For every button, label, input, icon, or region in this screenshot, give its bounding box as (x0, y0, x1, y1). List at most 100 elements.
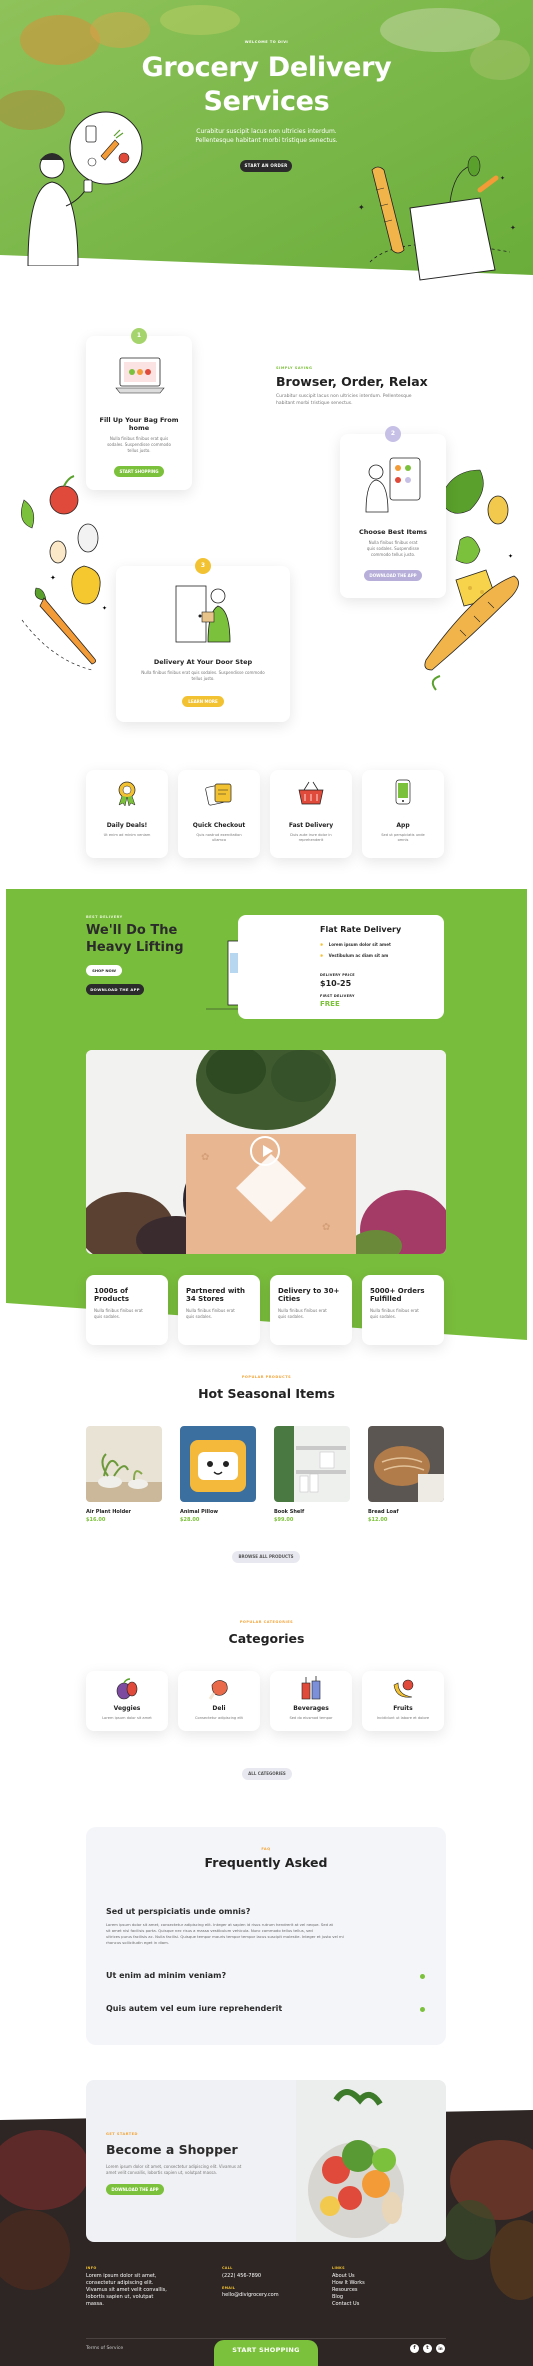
faq-answer-1d: rhoncus sollicitudin eget in diam. (106, 1940, 170, 1945)
faq-toggle-dot-3[interactable] (420, 2007, 425, 2012)
footer-phone[interactable]: (222) 456-7890 (222, 2273, 322, 2280)
stat-title-1a: 1000s of (94, 1287, 128, 1295)
stat-card-1: 1000s of Products Nulla finibus finibus … (86, 1275, 168, 1345)
category-card-4[interactable]: Fruits Incididunt ut labore et dolore (362, 1671, 444, 1731)
product-card-1[interactable]: Air Plant Holder $16.00 (86, 1426, 162, 1523)
faq-item-1[interactable]: Sed ut perspiciatis unde omnis? Lorem ip… (106, 1907, 426, 1946)
footer-col-contact: CALL (222) 456-7890 EMAIL hello@divigroc… (222, 2266, 322, 2299)
learn-more-button[interactable]: LEARN MORE (182, 696, 224, 707)
steps-eyebrow: SIMPLY SAYING (276, 366, 313, 370)
social-twitter-icon[interactable]: t (423, 2344, 432, 2353)
product-name-4: Bread Loaf (368, 1509, 399, 1515)
drinks-icon (301, 1676, 321, 1700)
footer-link-about[interactable]: About Us (332, 2273, 432, 2280)
category-card-2[interactable]: Deli Consectetur adipiscing elit (178, 1671, 260, 1731)
svg-text:✦: ✦ (510, 224, 516, 232)
feature-card-4[interactable]: App Sed ut perspiciatis unde omnis (362, 770, 444, 858)
footer-col-links: LINKS About Us How It Works Resources Bl… (332, 2266, 432, 2308)
footer-info-line-2: consectetur adipiscing elit. (86, 2280, 154, 2286)
shopper-title: Become a Shopper (106, 2142, 238, 2157)
product-price-1: $16.00 (86, 1517, 106, 1523)
faq-question-3[interactable]: Quis autem vel eum iure reprehenderit (106, 2004, 426, 2013)
grocery-bag-illustration: ✦ ✦ ✦ (358, 155, 516, 281)
product-image-1 (86, 1426, 162, 1502)
download-app-button-lifting[interactable]: DOWNLOAD THE APP (86, 984, 144, 995)
faq-title: Frequently Asked (204, 1855, 328, 1870)
feature-card-3[interactable]: Fast Delivery Duis aute irure dolor in r… (270, 770, 352, 858)
start-shopping-button[interactable]: START SHOPPING (114, 466, 164, 477)
footer-link-resources[interactable]: Resources (332, 2287, 432, 2294)
product-image-4 (368, 1426, 444, 1502)
category-card-1[interactable]: Veggies Lorem ipsum dolor sit amet (86, 1671, 168, 1731)
download-app-button-shopper[interactable]: DOWNLOAD THE APP (106, 2184, 164, 2195)
footer-link-blog[interactable]: Blog (332, 2294, 432, 2301)
category-text-4: Incididunt ut labore et dolore (376, 1716, 430, 1720)
faq-question-1[interactable]: Sed ut perspiciatis unde omnis? (106, 1907, 426, 1916)
footer-email[interactable]: hello@divigrocery.com (222, 2292, 322, 2299)
faq-question-2[interactable]: Ut enim ad minim veniam? (106, 1971, 426, 1980)
step-text-2c: commodo tellus justo. (370, 552, 416, 557)
product-image-3 (274, 1426, 350, 1502)
shop-now-button[interactable]: SHOP NOW (86, 965, 122, 976)
stat-text-3b: quis sodales. (278, 1314, 304, 1319)
product-card-2[interactable]: Animal Pillow $28.00 (180, 1426, 256, 1523)
video-player[interactable]: ✿ ✿ (86, 1050, 446, 1254)
footer-section: GET STARTED Become a Shopper Lorem ipsum… (0, 2080, 533, 2366)
product-card-4[interactable]: Bread Loaf $12.00 (368, 1426, 444, 1523)
play-button-icon[interactable] (250, 1136, 280, 1166)
footer-info-label: INFO (86, 2266, 97, 2270)
browse-all-products-button[interactable]: BROWSE ALL PRODUCTS (232, 1551, 300, 1563)
seasonal-title: Hot Seasonal Items (198, 1386, 335, 1401)
category-name-4: Fruits (393, 1705, 413, 1712)
footer-call-label: CALL (222, 2266, 233, 2270)
footer-link-contact[interactable]: Contact Us (332, 2301, 432, 2308)
feature-card-2[interactable]: Quick Checkout Quis nostrud exercitation… (178, 770, 260, 858)
category-name-3: Beverages (293, 1705, 329, 1712)
feature-text-3b: reprehenderit (298, 838, 324, 842)
flat-rate-title: Flat Rate Delivery (320, 925, 402, 934)
lifting-eyebrow: BEST DELIVERY (86, 915, 123, 919)
veggies-left-illustration: ✦ ✦ (21, 475, 107, 671)
product-card-3[interactable]: Book Shelf $99.00 (274, 1426, 350, 1523)
meat-icon (208, 1680, 228, 1700)
footer-info-line-4: lobortis sapien ut, volutpat (86, 2294, 154, 2300)
footer-info-line-3: Vivamus sit amet velit convallis, (86, 2287, 167, 2293)
check-icon: ✱ (320, 942, 324, 947)
product-name-2: Animal Pillow (180, 1509, 219, 1515)
social-linkedin-icon[interactable]: in (436, 2344, 445, 2353)
footer-terms-link[interactable]: Terms of Service (86, 2346, 123, 2351)
banana-icon (393, 1679, 414, 1698)
categories-eyebrow: POPULAR CATEGORIES (239, 1620, 294, 1624)
produce-bowl-image (296, 2080, 446, 2242)
cards-icon (205, 783, 232, 806)
start-shopping-footer-button[interactable]: START SHOPPING (214, 2340, 318, 2366)
footer-links-label: LINKS (332, 2266, 345, 2270)
faq-eyebrow: FAQ (261, 1847, 271, 1851)
first-delivery-value: FREE (320, 1000, 340, 1008)
faq-section: FAQ Frequently Asked Sed ut perspiciatis… (86, 1827, 446, 2045)
start-order-button[interactable]: START AN ORDER (240, 160, 292, 172)
feature-card-1[interactable]: Daily Deals! Ut enim ad minim veniam (86, 770, 168, 858)
feature-title-2: Quick Checkout (192, 822, 246, 829)
category-card-3[interactable]: Beverages Sed do eiusmod tempor (270, 1671, 352, 1731)
svg-text:✦: ✦ (50, 574, 56, 582)
faq-item-2[interactable]: Ut enim ad minim veniam? (106, 1971, 426, 1980)
faq-toggle-dot-2[interactable] (420, 1974, 425, 1979)
step-number-2: 2 (385, 426, 401, 442)
footer-link-how[interactable]: How It Works (332, 2280, 432, 2287)
download-app-button-step[interactable]: DOWNLOAD THE APP (364, 570, 422, 581)
hero-section: WELCOME TO DIVI Grocery Delivery Service… (0, 0, 533, 290)
step-title-3: Delivery At Your Door Step (153, 658, 253, 666)
shopper-eyebrow: GET STARTED (106, 2132, 138, 2136)
hero-title-line1: Grocery Delivery (141, 52, 392, 83)
phone-icon (395, 779, 411, 805)
shopper-illustration (27, 111, 143, 266)
all-categories-button[interactable]: ALL CATEGORIES (242, 1768, 292, 1780)
basket-icon (298, 781, 324, 805)
step-number-3: 3 (195, 558, 211, 574)
lifting-section: BEST DELIVERY We'll Do The Heavy Lifting… (0, 885, 533, 1345)
faq-item-3[interactable]: Quis autem vel eum iure reprehenderit (106, 2004, 426, 2013)
award-icon (118, 781, 136, 806)
hero-eyebrow: WELCOME TO DIVI (244, 40, 289, 44)
social-facebook-icon[interactable]: f (410, 2344, 419, 2353)
